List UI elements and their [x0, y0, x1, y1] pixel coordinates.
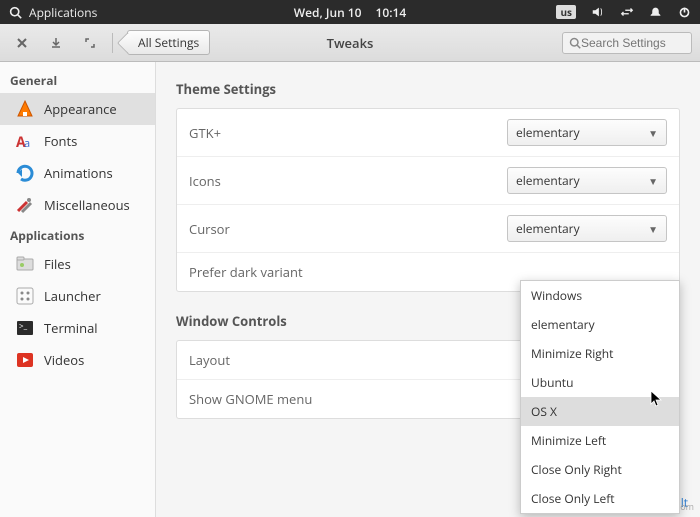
svg-text:>_: >_ [19, 321, 28, 332]
sidebar-item-label: Videos [44, 351, 84, 369]
row-cursor: Cursor elementary ▼ [177, 205, 679, 253]
sidebar-item-label: Appearance [44, 100, 117, 118]
row-gtk: GTK+ elementary ▼ [177, 109, 679, 157]
cursor-dropdown[interactable]: elementary ▼ [507, 215, 667, 242]
menu-item-elementary[interactable]: elementary [521, 310, 679, 339]
sidebar-item-videos[interactable]: Videos [0, 344, 155, 376]
app-menu-label: Applications [29, 4, 97, 21]
sidebar-item-label: Launcher [44, 287, 101, 305]
window-toolbar: All Settings Tweaks [0, 24, 700, 62]
appearance-icon [14, 98, 36, 120]
keyboard-layout-indicator[interactable]: us [556, 5, 576, 19]
row-icons: Icons elementary ▼ [177, 157, 679, 205]
volume-icon[interactable] [590, 5, 605, 20]
dropdown-value: elementary [516, 124, 580, 141]
panel-left-group[interactable]: Applications [8, 4, 97, 21]
chevron-down-icon: ▼ [648, 174, 658, 188]
files-icon [14, 253, 36, 275]
menu-item-windows[interactable]: Windows [521, 281, 679, 310]
row-label: Cursor [189, 220, 507, 238]
row-label: Prefer dark variant [189, 263, 667, 281]
videos-icon [14, 349, 36, 371]
chevron-down-icon: ▼ [648, 222, 658, 236]
sidebar-item-launcher[interactable]: Launcher [0, 280, 155, 312]
sidebar-item-label: Files [44, 255, 71, 273]
section-title-theme: Theme Settings [176, 80, 680, 98]
menu-item-close-only-right[interactable]: Close Only Right [521, 455, 679, 484]
sidebar-header-general: General [0, 66, 155, 93]
search-field[interactable] [562, 32, 692, 54]
dropdown-value: elementary [516, 172, 580, 189]
menu-item-close-only-left[interactable]: Close Only Left [521, 484, 679, 513]
back-button-label: All Settings [138, 34, 199, 51]
sidebar-item-files[interactable]: Files [0, 248, 155, 280]
theme-settings-group: GTK+ elementary ▼ Icons elementary ▼ Cur… [176, 108, 680, 292]
menu-item-minimize-right[interactable]: Minimize Right [521, 339, 679, 368]
row-label: Icons [189, 172, 507, 190]
misc-icon [14, 194, 36, 216]
panel-time[interactable]: 10:14 [376, 4, 407, 21]
close-button[interactable] [8, 30, 36, 56]
back-button[interactable]: All Settings [127, 30, 210, 55]
sidebar-item-miscellaneous[interactable]: Miscellaneous [0, 189, 155, 221]
chevron-down-icon: ▼ [648, 126, 658, 140]
gtk-dropdown[interactable]: elementary ▼ [507, 119, 667, 146]
animations-icon [14, 162, 36, 184]
sidebar-item-label: Terminal [44, 319, 98, 337]
sidebar-item-appearance[interactable]: Appearance [0, 93, 155, 125]
search-icon [569, 37, 581, 49]
sidebar-item-label: Fonts [44, 132, 77, 150]
sidebar-item-animations[interactable]: Animations [0, 157, 155, 189]
terminal-icon: >_ [14, 317, 36, 339]
sidebar: General Appearance Aa Fonts Animations [0, 62, 156, 517]
top-panel: Applications Wed, Jun 10 10:14 us [0, 0, 700, 24]
sidebar-item-label: Animations [44, 164, 113, 182]
network-icon[interactable] [619, 5, 634, 20]
window-title: Tweaks [327, 34, 374, 52]
power-icon[interactable] [677, 5, 692, 20]
sidebar-item-label: Miscellaneous [44, 196, 130, 214]
fonts-icon: Aa [14, 130, 36, 152]
launcher-icon [14, 285, 36, 307]
maximize-button[interactable] [76, 30, 104, 56]
sidebar-item-fonts[interactable]: Aa Fonts [0, 125, 155, 157]
sidebar-header-applications: Applications [0, 221, 155, 248]
download-icon[interactable] [42, 30, 70, 56]
dropdown-value: elementary [516, 220, 580, 237]
search-input[interactable] [581, 36, 681, 50]
row-label: GTK+ [189, 124, 507, 142]
icons-dropdown[interactable]: elementary ▼ [507, 167, 667, 194]
svg-text:a: a [24, 136, 30, 151]
notifications-icon[interactable] [648, 5, 663, 20]
panel-date[interactable]: Wed, Jun 10 [294, 4, 362, 21]
separator [112, 33, 113, 53]
cursor-pointer-icon [650, 390, 664, 412]
menu-item-minimize-left[interactable]: Minimize Left [521, 426, 679, 455]
sidebar-item-terminal[interactable]: >_ Terminal [0, 312, 155, 344]
search-icon [8, 5, 23, 20]
